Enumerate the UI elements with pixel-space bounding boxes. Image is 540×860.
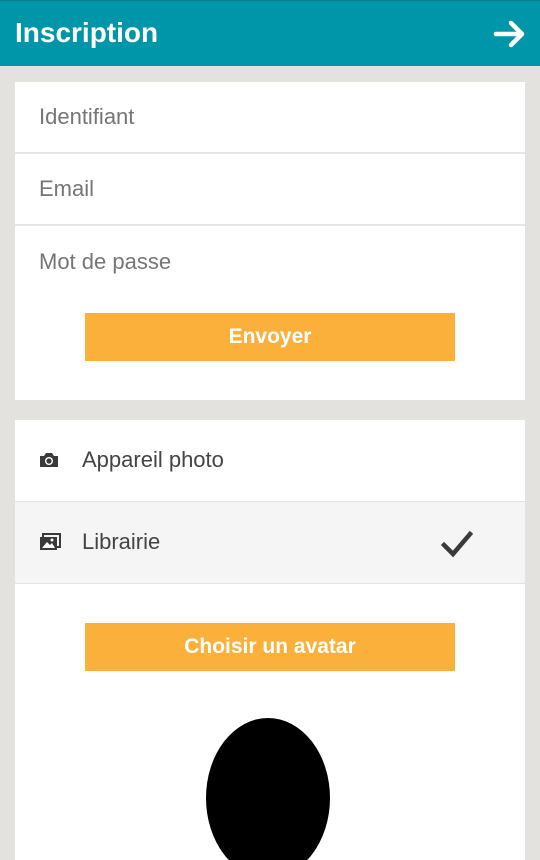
avatar-placeholder [205,718,331,860]
password-field[interactable] [15,226,525,298]
page-title: Inscription [15,17,159,48]
email-field[interactable] [15,154,525,226]
image-library-icon [39,533,61,551]
username-field[interactable] [15,82,525,154]
registration-form-card: Envoyer [15,82,525,400]
app-header: Inscription [0,0,540,66]
source-option-label: Librairie [82,529,161,554]
choose-avatar-button[interactable]: Choisir un avatar [85,623,455,671]
send-button[interactable]: Envoyer [85,313,455,361]
source-option-camera[interactable]: Appareil photo [15,420,525,502]
source-option-label: Appareil photo [82,447,224,472]
avatar-card: Appareil photo Librairie Choisir un avat… [15,420,525,860]
camera-icon [39,451,59,469]
checkmark-icon [440,529,474,559]
source-option-library[interactable]: Librairie [15,502,525,584]
arrow-right-icon[interactable] [492,17,528,51]
